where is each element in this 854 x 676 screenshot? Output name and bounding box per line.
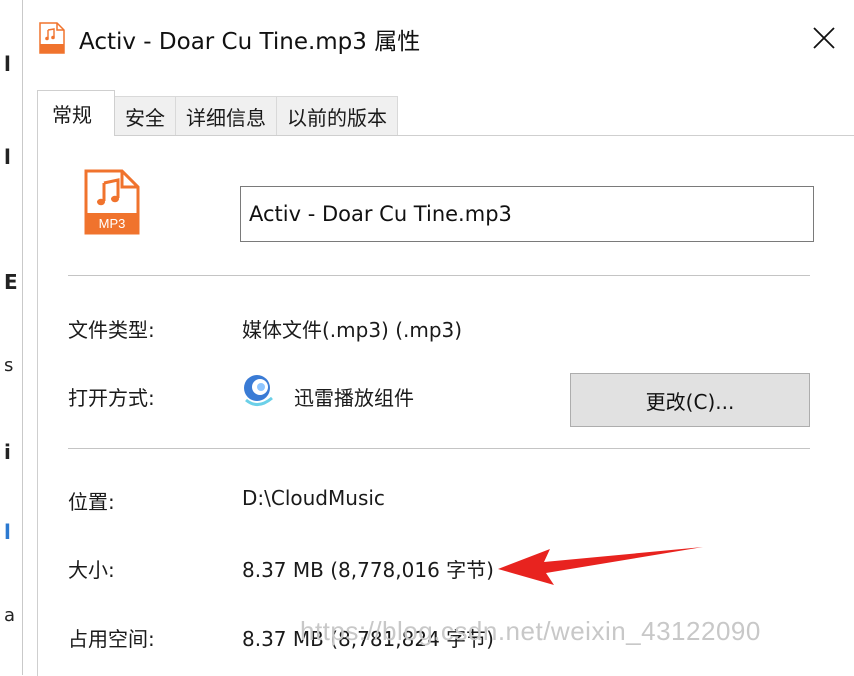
background-glyph: i — [4, 440, 11, 464]
separator — [68, 275, 810, 276]
size-label: 大小: — [68, 558, 115, 582]
annotation-arrow-icon — [498, 547, 703, 585]
tab-details[interactable]: 详细信息 — [175, 96, 277, 136]
window-title: Activ - Doar Cu Tine.mp3 属性 — [79, 29, 421, 55]
background-glyph: E — [4, 270, 18, 294]
mp3-file-icon — [39, 22, 65, 54]
background-glyph: l — [4, 145, 11, 169]
thunder-player-icon — [244, 375, 273, 406]
background-window-edge: l l E s i l a — [0, 0, 22, 675]
size-on-disk-label: 占用空间: — [68, 627, 155, 651]
open-with-value: 迅雷播放组件 — [294, 386, 414, 410]
close-button[interactable] — [793, 10, 854, 66]
file-icon-label: MP3 — [99, 216, 126, 231]
change-button[interactable]: 更改(C)... — [570, 373, 810, 427]
mp3-file-icon: MP3 — [84, 169, 140, 235]
properties-dialog: Activ - Doar Cu Tine.mp3 属性 常规 安全 详细信息 以… — [22, 0, 854, 676]
close-icon — [813, 27, 835, 49]
file-type-label: 文件类型: — [68, 318, 155, 342]
separator — [68, 448, 810, 449]
general-panel: MP3 文件类型: 媒体文件(.mp3) (.mp3) 打开方式: 迅雷播放组件… — [37, 135, 854, 676]
background-glyph: l — [4, 520, 11, 544]
watermark-text: https://blog.csdn.net/weixin_43122090 — [300, 616, 761, 646]
tab-general[interactable]: 常规 — [37, 90, 115, 136]
file-name-input[interactable] — [240, 186, 814, 242]
tab-previous-versions[interactable]: 以前的版本 — [276, 96, 398, 136]
location-value: D:\CloudMusic — [242, 486, 385, 510]
background-glyph: l — [4, 52, 11, 76]
location-label: 位置: — [68, 490, 115, 514]
open-with-label: 打开方式: — [68, 386, 155, 410]
background-glyph: a — [4, 605, 16, 626]
background-glyph: s — [4, 355, 14, 376]
file-type-value: 媒体文件(.mp3) (.mp3) — [242, 318, 463, 342]
tab-security[interactable]: 安全 — [114, 96, 176, 136]
size-value: 8.37 MB (8,778,016 字节) — [242, 558, 494, 582]
tab-strip: 常规 安全 详细信息 以前的版本 — [37, 90, 398, 136]
title-bar: Activ - Doar Cu Tine.mp3 属性 — [23, 0, 854, 78]
